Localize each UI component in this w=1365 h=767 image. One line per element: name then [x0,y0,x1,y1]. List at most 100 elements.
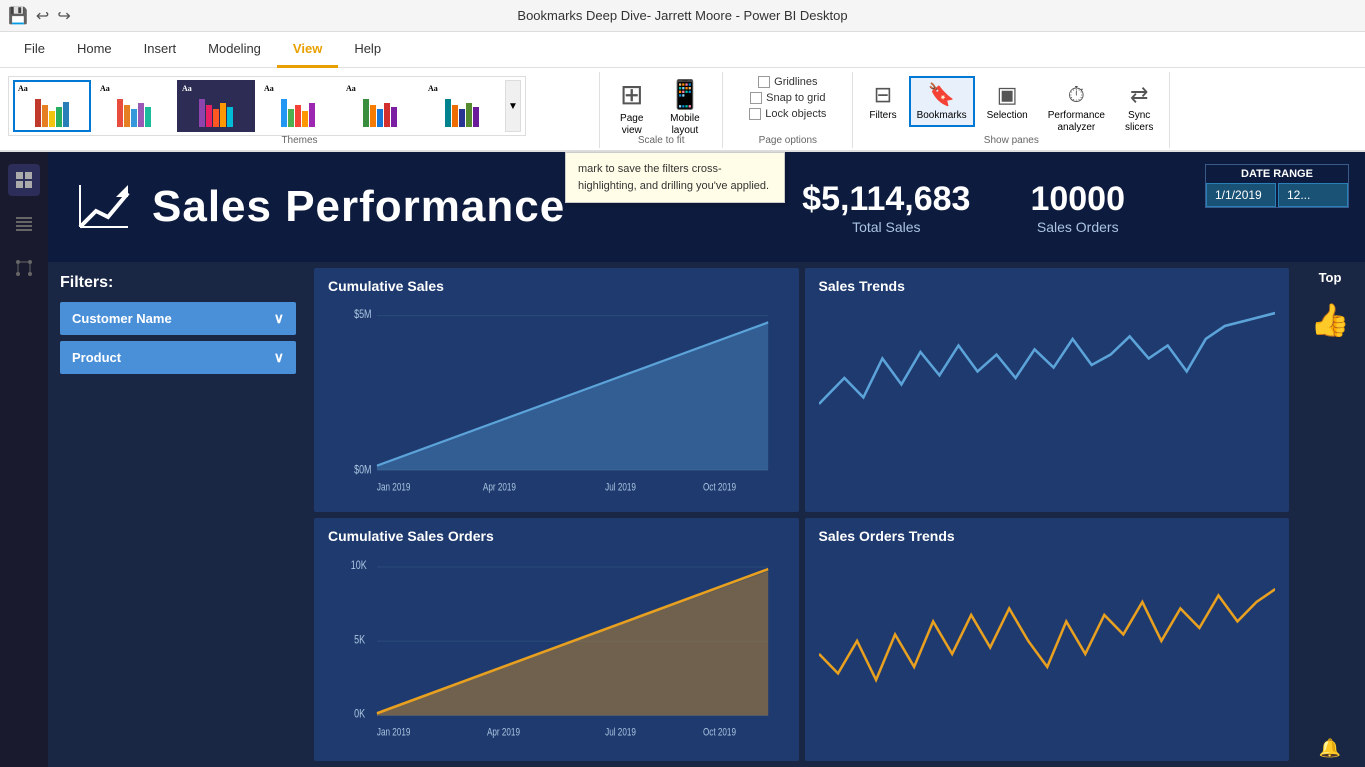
theme-swatch-4[interactable]: Aa [259,80,337,132]
performance-analyzer-button[interactable]: ⏱ Performanceanalyzer [1040,76,1113,140]
svg-text:5K: 5K [354,634,365,646]
dashboard-logo: Sales Performance [72,175,565,239]
snap-to-grid-checkbox[interactable]: Snap to grid [750,92,825,104]
customer-name-filter[interactable]: Customer Name ∨ [60,302,296,335]
left-nav [0,152,48,767]
sync-slicers-button[interactable]: ⇄ Syncslicers [1117,76,1161,140]
ribbon-tab-bar: File Home Insert Modeling View Help [0,32,1365,68]
svg-text:0K: 0K [354,708,365,720]
total-sales-value: $5,114,683 [802,180,970,219]
svg-text:Oct 2019: Oct 2019 [703,726,736,738]
product-chevron: ∨ [274,349,284,366]
filters-panel-title: Filters: [60,274,296,292]
cumulative-sales-svg-area: $5M $0M Jan 2019 Apr 2019 Jul 2019 O [328,300,785,502]
tab-help[interactable]: Help [338,32,397,68]
date-start-input[interactable]: 1/1/2019 [1206,183,1276,207]
svg-text:Apr 2019: Apr 2019 [483,481,516,494]
swatch-scroll-btn[interactable]: ▼ [505,80,521,132]
sales-icon [72,175,136,239]
svg-text:Jul 2019: Jul 2019 [605,726,636,738]
mobile-layout-label: Mobilelayout [670,113,699,137]
scale-group-label: Scale to fit [638,135,685,146]
theme-swatch-1[interactable]: Aa [13,80,91,132]
ribbon-tooltip: mark to save the filters cross-highlight… [565,152,785,203]
mobile-layout-button[interactable]: 📱 Mobilelayout [659,76,710,139]
theme-swatch-3[interactable]: Aa [177,80,255,132]
sales-orders-label: Sales Orders [1030,219,1125,235]
dashboard-stats: $5,114,683 Total Sales 10000 Sales Order… [802,180,1125,235]
page-view-icon: ⊞ [620,78,643,111]
themes-group-label: Themes [281,135,317,146]
date-end-input[interactable]: 12... [1278,183,1348,207]
selection-icon: ▣ [997,82,1018,108]
gridlines-checkbox[interactable]: Gridlines [758,76,817,88]
report-view-icon[interactable] [8,164,40,196]
theme-swatch-2[interactable]: Aa [95,80,173,132]
sales-trends-title: Sales Trends [819,278,1276,294]
ribbon: File Home Insert Modeling View Help Aa [0,32,1365,152]
ribbon-content-area: Aa Aa [0,68,1365,152]
filters-icon: ⊟ [874,82,892,108]
right-panel: Top 👍 🔔 [1295,262,1365,767]
bookmarks-icon: 🔖 [928,82,955,108]
svg-text:$5M: $5M [354,308,371,322]
undo-icon[interactable]: ↩ [36,6,49,26]
snap-checkbox-box [750,92,762,104]
svg-text:10K: 10K [351,560,367,572]
svg-text:Jan 2019: Jan 2019 [377,726,410,738]
page-view-button[interactable]: ⊞ Pageview [612,76,651,139]
svg-text:Jan 2019: Jan 2019 [377,481,411,494]
show-panes-group: ⊟ Filters 🔖 Bookmarks ▣ Selection ⏱ Perf… [853,72,1170,148]
window-title: Bookmarks Deep Dive- Jarrett Moore - Pow… [517,8,847,23]
tab-modeling[interactable]: Modeling [192,32,277,68]
sync-slicers-icon: ⇄ [1130,82,1148,108]
selection-pane-label: Selection [987,110,1028,121]
page-options-group: Gridlines Snap to grid Lock objects Page… [723,72,853,148]
page-view-label: Pageview [620,113,643,137]
performance-pane-label: Performanceanalyzer [1048,110,1105,134]
svg-text:$0M: $0M [354,463,371,477]
sales-orders-trends-title: Sales Orders Trends [819,528,1276,544]
save-icon[interactable]: 💾 [8,6,28,26]
sales-trends-chart: Sales Trends [805,268,1290,512]
svg-text:Oct 2019: Oct 2019 [703,481,736,494]
sales-orders-stat: 10000 Sales Orders [1030,180,1125,235]
date-range-control: DATE RANGE 1/1/2019 12... [1205,164,1349,208]
dashboard-title: Sales Performance [152,182,565,232]
charts-area: Cumulative Sales $5M $0M Ja [308,262,1295,767]
total-sales-label: Total Sales [802,219,970,235]
selection-pane-button[interactable]: ▣ Selection [979,76,1036,127]
theme-swatch-6[interactable]: Aa [423,80,501,132]
customer-name-label: Customer Name [72,311,172,326]
filters-pane-label: Filters [869,110,896,121]
product-filter[interactable]: Product ∨ [60,341,296,374]
theme-swatch-5[interactable]: Aa [341,80,419,132]
gridlines-checkbox-box [758,76,770,88]
themes-group: Aa Aa [0,72,600,148]
mobile-layout-icon: 📱 [667,78,702,111]
total-sales-stat: $5,114,683 Total Sales [802,180,970,235]
tab-view[interactable]: View [277,32,338,68]
tab-file[interactable]: File [8,32,61,68]
lock-objects-checkbox[interactable]: Lock objects [749,108,826,120]
bookmarks-pane-button[interactable]: 🔖 Bookmarks [909,76,975,127]
cumulative-orders-svg-area: 10K 5K 0K Jan 2019 [328,550,785,752]
cumulative-orders-title: Cumulative Sales Orders [328,528,785,544]
filters-pane-button[interactable]: ⊟ Filters [861,76,904,127]
cumulative-sales-title: Cumulative Sales [328,278,785,294]
dashboard-area: Sales Performance $5,114,683 Total Sales… [48,152,1365,767]
tab-insert[interactable]: Insert [128,32,193,68]
svg-text:Apr 2019: Apr 2019 [487,726,520,738]
filters-panel: Filters: Customer Name ∨ Product ∨ [48,262,308,767]
thumbs-up-icon: 👍 [1310,301,1350,339]
date-range-label: DATE RANGE [1206,165,1348,183]
scale-to-fit-group: ⊞ Pageview 📱 Mobilelayout Scale to fit [600,72,723,148]
model-view-icon[interactable] [8,252,40,284]
performance-icon: ⏱ [1068,82,1085,108]
tab-home[interactable]: Home [61,32,128,68]
sales-orders-trends-chart: Sales Orders Trends [805,518,1290,762]
data-view-icon[interactable] [8,208,40,240]
redo-icon[interactable]: ↪ [57,6,70,26]
subscribe-icon: 🔔 [1319,738,1341,759]
svg-text:Jul 2019: Jul 2019 [605,481,636,494]
